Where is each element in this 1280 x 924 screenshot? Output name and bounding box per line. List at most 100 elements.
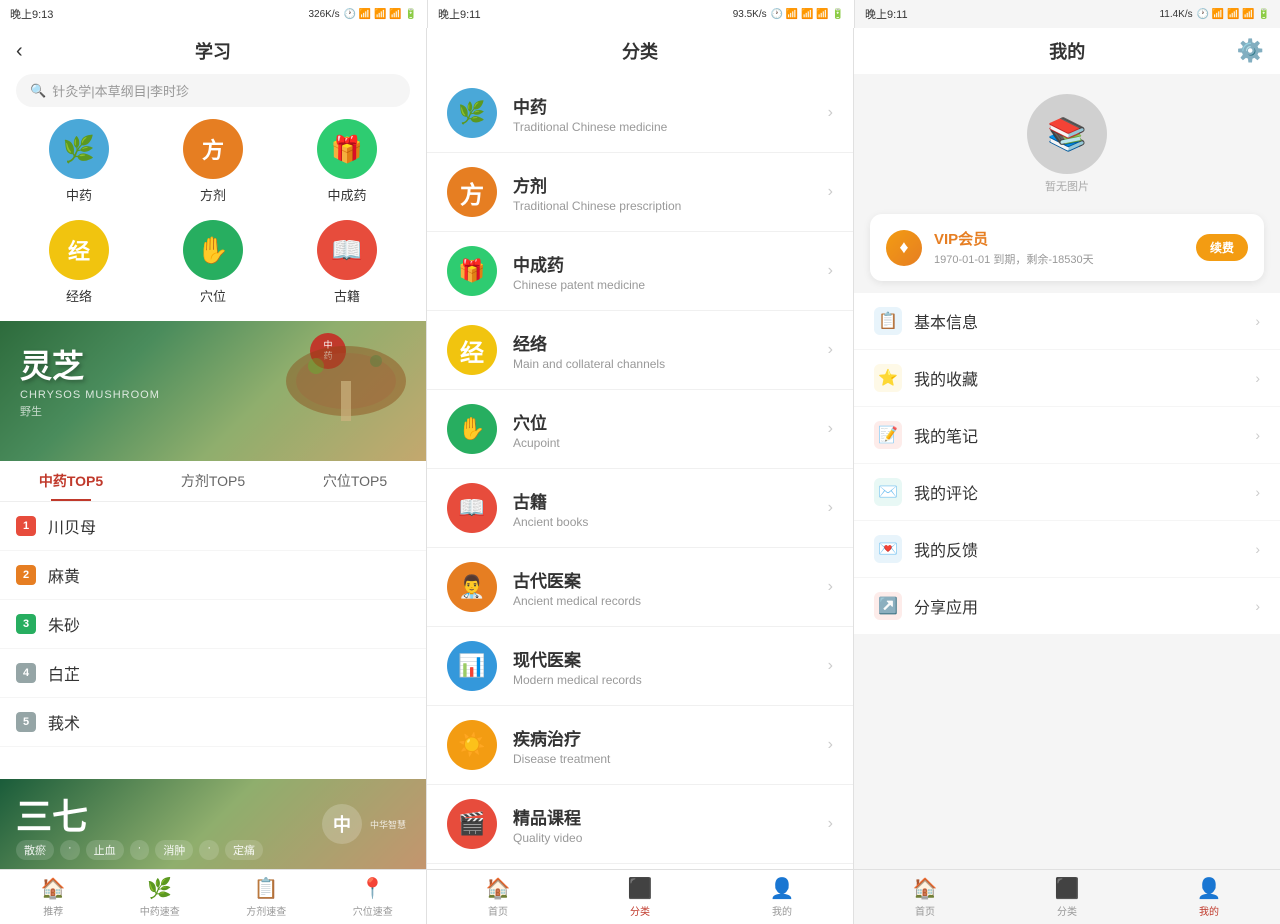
nav-mine-mid[interactable]: 👤 我的 bbox=[711, 870, 853, 924]
menu-my-notes[interactable]: 📝 我的笔记 › bbox=[854, 407, 1280, 464]
icon-fangji-circle: 方 bbox=[183, 119, 243, 179]
icon-zhongchengyao[interactable]: 🎁 中成药 bbox=[288, 119, 406, 204]
chevron-right-icon: › bbox=[828, 341, 833, 359]
cat-info-guji: 古籍 Ancient books bbox=[513, 488, 812, 529]
category-icon: ⬛ bbox=[1055, 876, 1080, 901]
category-jibing[interactable]: ☀️ 疾病治疗 Disease treatment › bbox=[427, 706, 853, 785]
category-jingpin[interactable]: 🎬 精品课程 Quality video › bbox=[427, 785, 853, 864]
nav-home-right[interactable]: 🏠 首页 bbox=[854, 870, 996, 924]
nav-category-right[interactable]: ⬛ 分类 bbox=[996, 870, 1138, 924]
chevron-right-icon: › bbox=[828, 420, 833, 438]
banner2: 三七 散瘀 · 止血 · 消肿 · 定痛 中 中华智慧 bbox=[0, 779, 426, 869]
cat-icon-fangji: 方 bbox=[447, 167, 497, 217]
icon-jingluo-circle: 经 bbox=[49, 220, 109, 280]
banner-text: 灵芝 CHRYSOS MUSHROOM 野生 bbox=[20, 341, 160, 419]
cat-icon-jingluo: 经 bbox=[447, 325, 497, 375]
icon-zhongyao[interactable]: 🌿 中药 bbox=[20, 119, 138, 204]
nav-xuewei[interactable]: 📍 穴位速查 bbox=[320, 870, 427, 924]
banner2-tags: 散瘀 · 止血 · 消肿 · 定痛 bbox=[16, 840, 263, 860]
menu-label-basic: 基本信息 bbox=[914, 309, 1243, 333]
tab-xuewei-top5[interactable]: 穴位TOP5 bbox=[284, 461, 426, 501]
panel-middle: 分类 🌿 中药 Traditional Chinese medicine › 方… bbox=[427, 28, 854, 924]
vip-title: VIP会员 bbox=[934, 228, 1184, 249]
category-xuewei[interactable]: ✋ 穴位 Acupoint › bbox=[427, 390, 853, 469]
menu-my-comments[interactable]: ✉️ 我的评论 › bbox=[854, 464, 1280, 521]
nav-home-mid[interactable]: 🏠 首页 bbox=[427, 870, 569, 924]
icon-zhongyao-label: 中药 bbox=[66, 185, 92, 204]
search-bar[interactable]: 🔍 针灸学|本草纲目|李时珍 bbox=[16, 74, 410, 107]
category-jingluo[interactable]: 经 经络 Main and collateral channels › bbox=[427, 311, 853, 390]
icon-xuewei-label: 穴位 bbox=[200, 286, 226, 305]
menu-my-collection[interactable]: ⭐ 我的收藏 › bbox=[854, 350, 1280, 407]
home-icon: 🏠 bbox=[486, 876, 511, 901]
list-item[interactable]: 5 莪术 bbox=[0, 698, 426, 747]
chevron-right-icon: › bbox=[1255, 484, 1260, 500]
category-xiandai-yian[interactable]: 📊 现代医案 Modern medical records › bbox=[427, 627, 853, 706]
item-name-3: 朱砂 bbox=[48, 612, 80, 636]
tab-zhongyao-top5[interactable]: 中药TOP5 bbox=[0, 461, 142, 501]
rank-badge-4: 4 bbox=[16, 663, 36, 683]
list-item[interactable]: 3 朱砂 bbox=[0, 600, 426, 649]
icon-zhongyao-circle: 🌿 bbox=[49, 119, 109, 179]
item-name-1: 川贝母 bbox=[48, 514, 96, 538]
rank-badge-1: 1 bbox=[16, 516, 36, 536]
settings-button[interactable]: ⚙️ bbox=[1237, 38, 1264, 64]
tabs-row: 中药TOP5 方剂TOP5 穴位TOP5 bbox=[0, 461, 426, 502]
icon-jingluo[interactable]: 经 经络 bbox=[20, 220, 138, 305]
cat-info-xuewei: 穴位 Acupoint bbox=[513, 409, 812, 450]
icon-xuewei[interactable]: ✋ 穴位 bbox=[154, 220, 272, 305]
vip-card: ♦ VIP会员 1970-01-01 到期，剩余-18530天 续费 bbox=[870, 214, 1264, 281]
banner-decoration bbox=[226, 321, 426, 461]
comments-icon: ✉️ bbox=[874, 478, 902, 506]
nav-zhongyao[interactable]: 🌿 中药速查 bbox=[107, 870, 214, 924]
chevron-right-icon: › bbox=[1255, 427, 1260, 443]
panel-left: ‹ 学习 🔍 针灸学|本草纲目|李时珍 🌿 中药 方 方剂 🎁 中成药 经 经络 bbox=[0, 28, 427, 924]
time-middle: 晚上9:11 bbox=[438, 6, 481, 22]
nav-tuijian[interactable]: 🏠 推荐 bbox=[0, 870, 107, 924]
time-left: 晚上9:13 bbox=[10, 6, 53, 22]
cat-icon-zhongchengyao: 🎁 bbox=[447, 246, 497, 296]
menu-label-feedback: 我的反馈 bbox=[914, 537, 1243, 561]
spacer bbox=[854, 645, 1280, 869]
network-left: 326K/s bbox=[308, 9, 339, 20]
category-fangji[interactable]: 方 方剂 Traditional Chinese prescription › bbox=[427, 153, 853, 232]
back-button[interactable]: ‹ bbox=[16, 40, 23, 63]
list-item[interactable]: 4 白芷 bbox=[0, 649, 426, 698]
menu-label-comments: 我的评论 bbox=[914, 480, 1243, 504]
status-bar-right: 晚上9:11 11.4K/s 🕐 📶 📶 📶 🔋 bbox=[854, 0, 1280, 28]
cat-info-xiandai: 现代医案 Modern medical records bbox=[513, 646, 812, 687]
banner-left: 灵芝 CHRYSOS MUSHROOM 野生 中药 bbox=[0, 321, 426, 461]
profile-section: 📚 暂无图片 bbox=[854, 74, 1280, 214]
chevron-right-icon: › bbox=[1255, 370, 1260, 386]
nav-fangji[interactable]: 📋 方剂速查 bbox=[213, 870, 320, 924]
category-icon: ⬛ bbox=[628, 876, 653, 901]
nav-category-mid[interactable]: ⬛ 分类 bbox=[569, 870, 711, 924]
avatar[interactable]: 📚 bbox=[1027, 94, 1107, 174]
list-item[interactable]: 1 川贝母 bbox=[0, 502, 426, 551]
tab-fangji-top5[interactable]: 方剂TOP5 bbox=[142, 461, 284, 501]
icon-zhongchengyao-circle: 🎁 bbox=[317, 119, 377, 179]
chevron-right-icon: › bbox=[828, 815, 833, 833]
category-list: 🌿 中药 Traditional Chinese medicine › 方 方剂… bbox=[427, 74, 853, 869]
chevron-right-icon: › bbox=[828, 736, 833, 754]
category-gudai-yian[interactable]: 👨‍⚕️ 古代医案 Ancient medical records › bbox=[427, 548, 853, 627]
nav-mine-right[interactable]: 👤 我的 bbox=[1138, 870, 1280, 924]
icon-jingluo-label: 经络 bbox=[66, 286, 92, 305]
icon-guji[interactable]: 📖 古籍 bbox=[288, 220, 406, 305]
icon-fangji-label: 方剂 bbox=[200, 185, 226, 204]
menu-my-feedback[interactable]: 💌 我的反馈 › bbox=[854, 521, 1280, 578]
menu-basic-info[interactable]: 📋 基本信息 › bbox=[854, 293, 1280, 350]
category-zhongyao[interactable]: 🌿 中药 Traditional Chinese medicine › bbox=[427, 74, 853, 153]
vip-icon: ♦ bbox=[886, 230, 922, 266]
category-guji[interactable]: 📖 古籍 Ancient books › bbox=[427, 469, 853, 548]
menu-share-app[interactable]: ↗️ 分享应用 › bbox=[854, 578, 1280, 635]
category-zhongchengyao[interactable]: 🎁 中成药 Chinese patent medicine › bbox=[427, 232, 853, 311]
status-bar-middle: 晚上9:11 93.5K/s 🕐 📶 📶 📶 🔋 bbox=[427, 0, 854, 28]
vip-renew-button[interactable]: 续费 bbox=[1196, 234, 1248, 261]
list-item[interactable]: 2 麻黄 bbox=[0, 551, 426, 600]
icon-fangji[interactable]: 方 方剂 bbox=[154, 119, 272, 204]
menu-label-collection: 我的收藏 bbox=[914, 366, 1243, 390]
cat-info-jingluo: 经络 Main and collateral channels bbox=[513, 330, 812, 371]
chevron-right-icon: › bbox=[828, 657, 833, 675]
left-header: ‹ 学习 bbox=[0, 28, 426, 74]
